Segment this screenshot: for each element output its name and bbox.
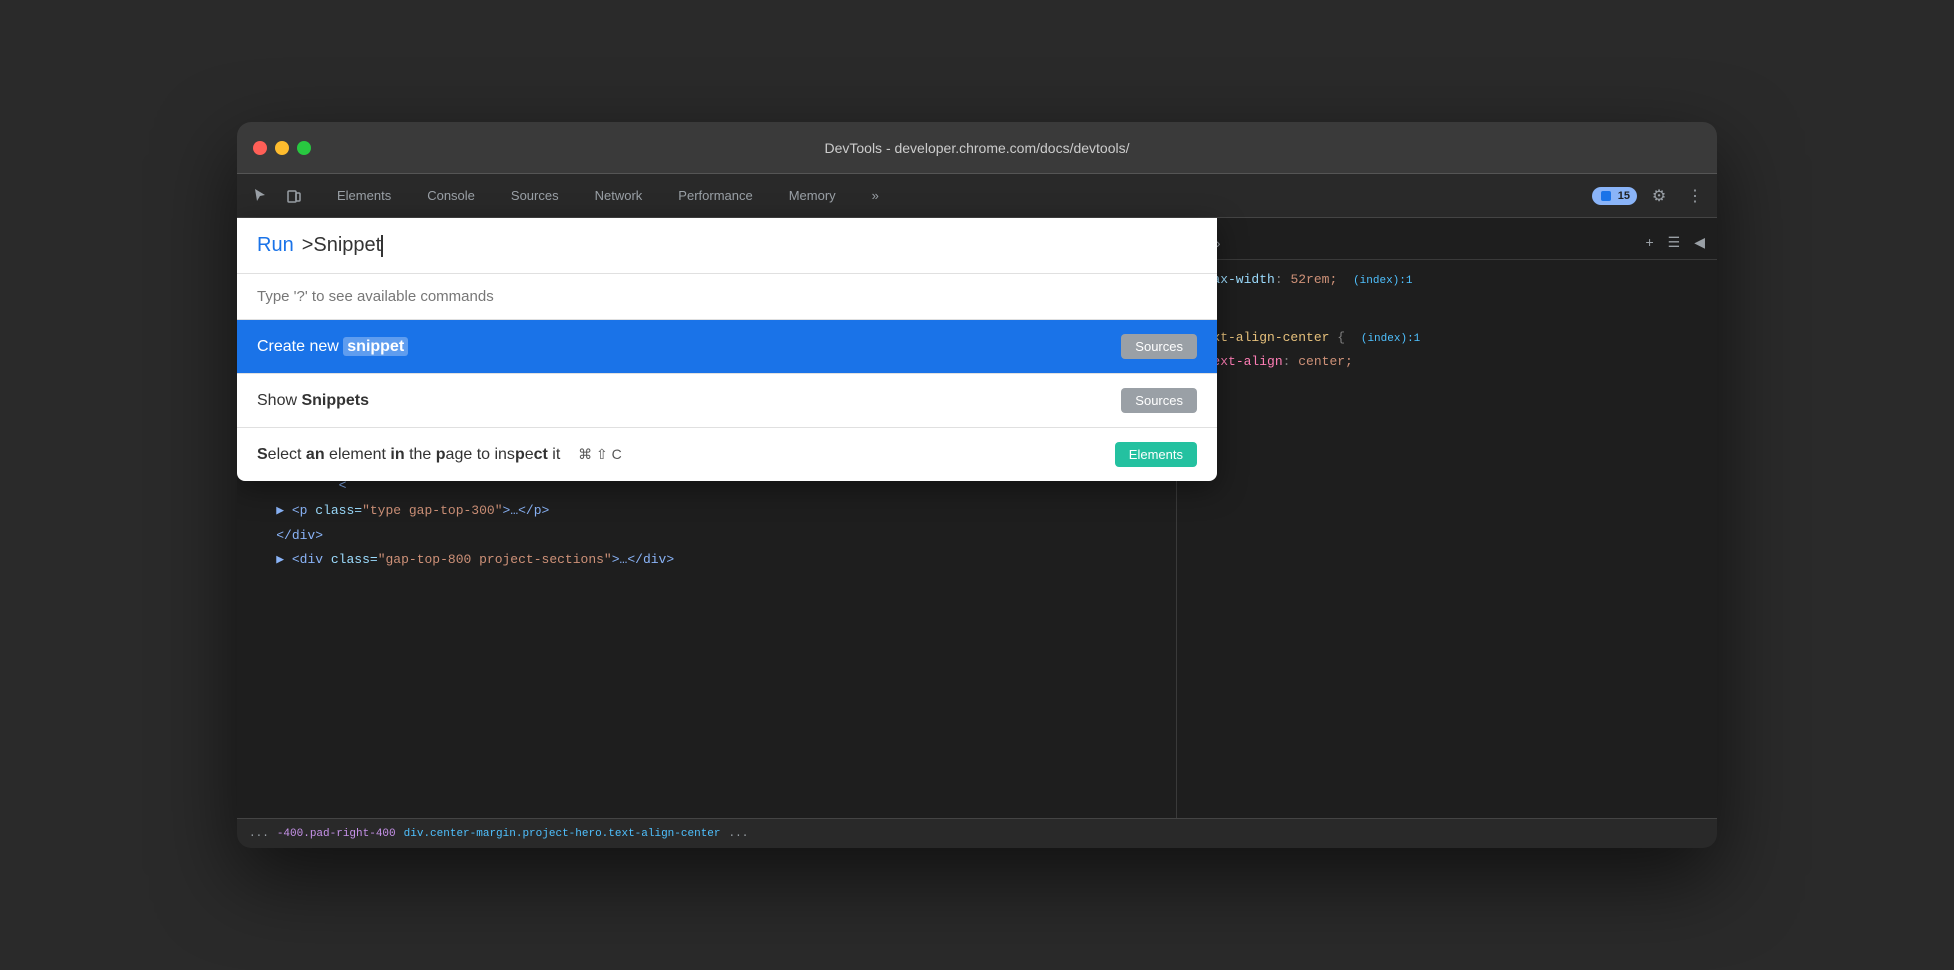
- title-bar: DevTools - developer.chrome.com/docs/dev…: [237, 122, 1717, 174]
- right-panel-toolbar: ut » + ☰ ◀: [1177, 226, 1717, 260]
- window-title: DevTools - developer.chrome.com/docs/dev…: [824, 140, 1129, 156]
- sources-badge-1: Sources: [1121, 334, 1197, 359]
- maximize-button[interactable]: [297, 141, 311, 155]
- command-item-text: Show Snippets: [257, 392, 369, 410]
- traffic-lights: [253, 141, 311, 155]
- css-rule: .text-align-center { (index):1: [1177, 326, 1717, 351]
- command-input-area: Run >Snippet: [237, 218, 1217, 274]
- toggle-sidebar-icon[interactable]: ◀: [1690, 230, 1709, 255]
- tab-elements[interactable]: Elements: [321, 182, 407, 209]
- command-input[interactable]: >Snippet: [302, 234, 384, 257]
- breadcrumb-item[interactable]: div.center-margin.project-hero.text-alig…: [404, 828, 721, 840]
- command-item-text: Create new snippet: [257, 338, 408, 356]
- command-palette: Run >Snippet Type '?' to see available c…: [237, 218, 1217, 481]
- tab-bar-right: 15 ⚙ ⋮: [1592, 182, 1709, 210]
- elements-badge: Elements: [1115, 442, 1197, 467]
- toolbar-icons: [245, 181, 309, 211]
- tab-performance[interactable]: Performance: [662, 182, 768, 209]
- command-item-select-element[interactable]: Select an element in the page to inspect…: [237, 428, 1217, 481]
- html-line: ▶ <div class="gap-top-800 project-sectio…: [237, 548, 1176, 573]
- tab-bar: Elements Console Sources Network Perform…: [237, 174, 1717, 218]
- device-icon[interactable]: [279, 181, 309, 211]
- breadcrumb-item[interactable]: -400.pad-right-400: [277, 828, 396, 840]
- sources-badge-2: Sources: [1121, 388, 1197, 413]
- breadcrumb-item[interactable]: ...: [249, 828, 269, 840]
- devtools-window: DevTools - developer.chrome.com/docs/dev…: [237, 122, 1717, 848]
- breadcrumb-bar: ... -400.pad-right-400 div.center-margin…: [237, 818, 1717, 848]
- css-rule: max-width: 52rem; (index):1: [1177, 268, 1717, 293]
- keyboard-shortcut: ⌘ ⇧ C: [578, 446, 622, 462]
- html-line: </div>: [237, 524, 1176, 549]
- html-line: ▶ <p class="type gap-top-300">…</p>: [237, 499, 1176, 524]
- tab-sources[interactable]: Sources: [495, 182, 575, 209]
- settings-icon[interactable]: ⚙: [1645, 182, 1673, 210]
- command-item-create-snippet[interactable]: Create new snippet Sources: [237, 320, 1217, 374]
- cursor-icon[interactable]: [245, 181, 275, 211]
- command-item-text: Select an element in the page to inspect…: [257, 446, 622, 464]
- css-rule: }: [1177, 375, 1717, 400]
- command-item-show-snippets[interactable]: Show Snippets Sources: [237, 374, 1217, 428]
- content-wrapper: score banner… ▶ <div …> etween p-300 ▼ <…: [237, 218, 1717, 818]
- more-options-icon[interactable]: ⋮: [1681, 182, 1709, 210]
- refresh-icon[interactable]: ☰: [1664, 230, 1685, 255]
- tab-memory[interactable]: Memory: [773, 182, 852, 209]
- right-panel: ut » + ☰ ◀ max-width: 52rem; (index):1 }: [1177, 218, 1717, 818]
- run-label: Run: [257, 234, 294, 257]
- minimize-button[interactable]: [275, 141, 289, 155]
- command-hint: Type '?' to see available commands: [237, 274, 1217, 320]
- css-rule: text-align: center;: [1177, 350, 1717, 375]
- tab-overflow[interactable]: »: [856, 182, 895, 209]
- add-rule-icon[interactable]: +: [1641, 230, 1657, 255]
- css-rule: }: [1177, 293, 1717, 318]
- notification-badge: 15: [1592, 187, 1637, 205]
- tab-console[interactable]: Console: [411, 182, 491, 209]
- close-button[interactable]: [253, 141, 267, 155]
- tab-network[interactable]: Network: [579, 182, 659, 209]
- breadcrumb-item[interactable]: ...: [729, 828, 749, 840]
